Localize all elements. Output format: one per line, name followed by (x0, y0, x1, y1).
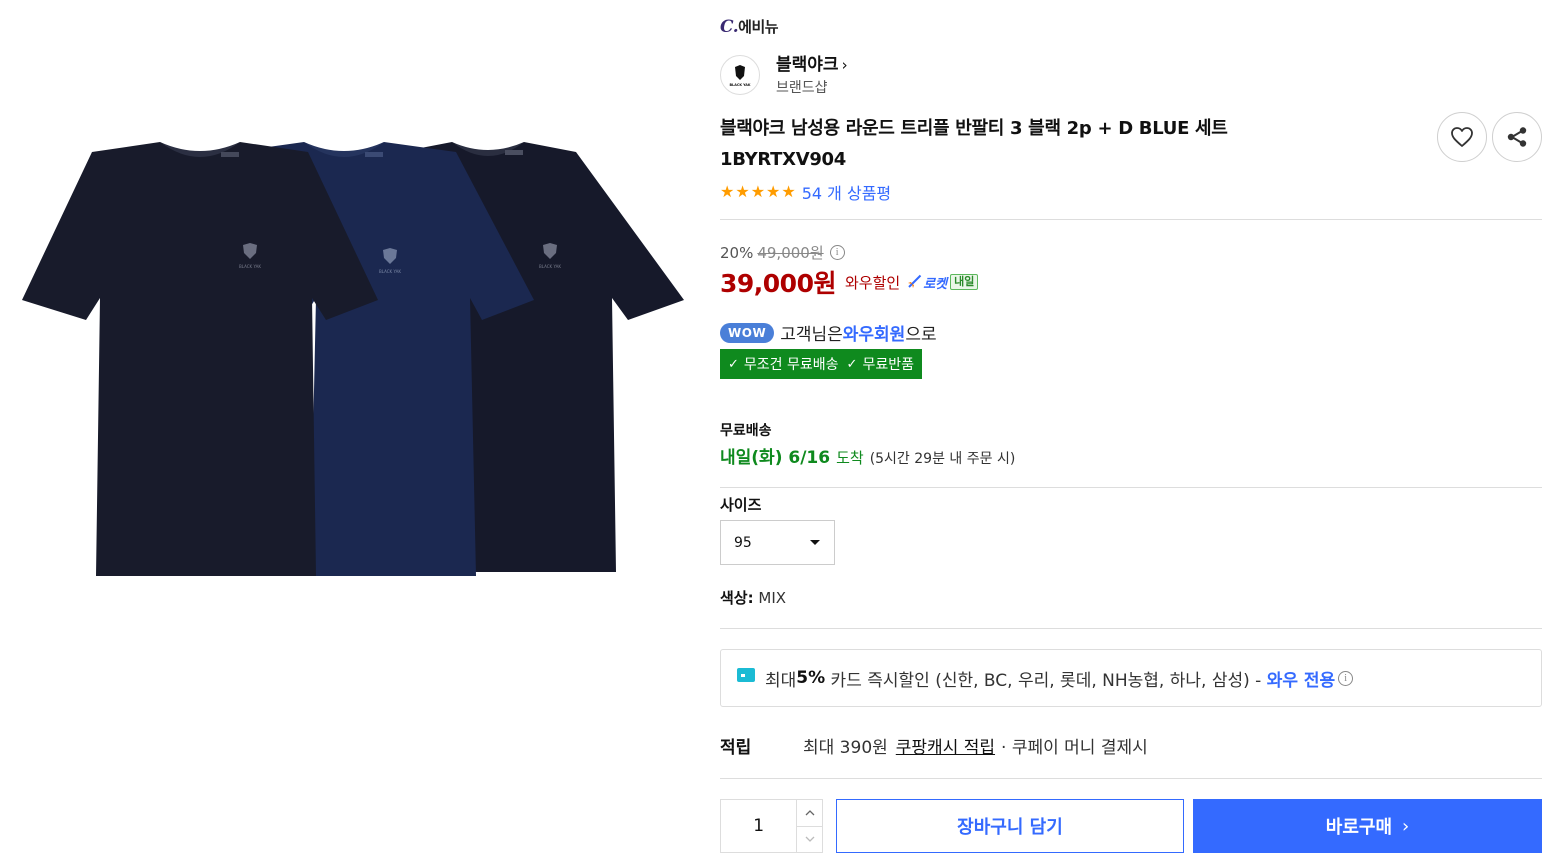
color-label: 색상: (720, 589, 754, 607)
reward-amount: 최대 390원 (803, 738, 888, 758)
price-row: 39,000원 와우할인 로켓 내일 (720, 264, 979, 300)
review-count-link[interactable]: 54 개 상품평 (802, 180, 891, 204)
card-promo-prefix: 최대 (765, 670, 797, 691)
free-shipping-return-badge: ✓ 무조건 무료배송 ✓ 무료반품 (720, 349, 922, 379)
svg-text:BLACK YAK: BLACK YAK (539, 264, 561, 269)
wow-text-after: 으로 (905, 325, 937, 345)
chevron-down-icon (810, 540, 820, 545)
product-main-image[interactable]: BLACK YAK BLACK YAK BLACK YAK (0, 0, 700, 700)
product-title-line: 블랙야크 남성용 라운드 트리플 반팔티 3 블랙 2p + D BLUE 세트 (720, 118, 1228, 139)
sub-brand-name: 에비뉴 (738, 18, 779, 36)
share-button[interactable] (1492, 112, 1542, 162)
card-promo-rate: 5% (796, 668, 826, 688)
rocket-delivery-badge: 로켓 내일 (906, 273, 979, 292)
sub-brand-prefix: C. (720, 17, 739, 37)
info-icon[interactable]: i (1338, 670, 1354, 686)
wow-discount-label: 와우할인 (844, 273, 901, 292)
star-rating: ★ ★ ★ ★ ★ (720, 183, 797, 201)
rocket-icon (908, 274, 922, 288)
discount-info: 20% 49,000원 i (720, 242, 845, 263)
brand-shop-label: 브랜드샵 (776, 79, 828, 96)
arrival-info: 내일(화) 6/16 도착 (5시간 29분 내 주문 시) (720, 443, 1015, 468)
product-title: 블랙야크 남성용 라운드 트리플 반팔티 3 블랙 2p + D BLUE 세트… (720, 113, 1360, 175)
add-to-cart-button[interactable]: 장바구니 담기 (836, 799, 1184, 853)
card-icon (737, 668, 755, 682)
color-value: MIX (758, 589, 787, 607)
sale-price: 39,000원 (720, 269, 836, 298)
info-icon[interactable]: i (829, 245, 845, 260)
arrival-suffix: 도착 (836, 449, 864, 467)
star-icon: ★ (781, 182, 796, 201)
svg-text:BLACK YAK: BLACK YAK (729, 83, 750, 87)
quantity-decrease-button[interactable] (797, 825, 822, 853)
svg-text:BLACK YAK: BLACK YAK (239, 264, 261, 269)
shipping-label: 무료배송 (720, 423, 772, 439)
quantity-input[interactable]: 1 (721, 800, 796, 852)
chevron-right-icon: › (1402, 815, 1410, 837)
wow-text-before: 고객님은 (780, 325, 843, 345)
quantity-increase-button[interactable] (797, 800, 822, 826)
chevron-right-icon: › (841, 55, 848, 74)
free-return-label: 무료반품 (862, 357, 914, 373)
brand-name: 블랙야크 (776, 54, 839, 75)
reward-note: · 쿠페이 머니 결제시 (1001, 738, 1148, 758)
wow-member-label: 와우회원 (842, 325, 906, 345)
rating-summary[interactable]: ★ ★ ★ ★ ★ 54 개 상품평 (720, 180, 891, 204)
wishlist-button[interactable] (1437, 112, 1487, 162)
star-icon: ★ (766, 182, 781, 201)
divider (720, 628, 1542, 629)
buy-now-label: 바로구매 (1325, 817, 1393, 838)
reward-label: 적립 (720, 738, 752, 758)
wow-only-label: 와우 전용 (1266, 670, 1336, 691)
buy-now-button[interactable]: 바로구매 › (1193, 799, 1542, 853)
size-label: 사이즈 (720, 496, 762, 514)
size-select[interactable]: 95 (720, 520, 835, 565)
reward-row: 적립 최대 390원 쿠팡캐시 적립 · 쿠페이 머니 결제시 (720, 733, 1148, 758)
heart-icon (1451, 127, 1473, 147)
color-option: 색상: MIX (720, 587, 786, 608)
tomorrow-badge: 내일 (950, 274, 979, 290)
original-price: 49,000원 (757, 244, 824, 262)
divider (720, 487, 1542, 488)
divider (720, 219, 1542, 220)
star-icon: ★ (750, 182, 766, 201)
size-value: 95 (734, 534, 752, 551)
discount-rate: 20% (720, 243, 754, 262)
star-icon: ★ (720, 182, 735, 201)
sub-brand-logo[interactable]: C.에비뉴 (720, 16, 779, 37)
divider (720, 778, 1542, 779)
quantity-stepper[interactable]: 1 (720, 799, 823, 853)
brand-logo: BLACK YAK (720, 55, 760, 95)
product-model-code: 1BYRTXV904 (720, 149, 847, 170)
card-discount-promo: 최대 5% 카드 즉시할인 (신한, BC, 우리, 롯데, NH농협, 하나,… (720, 649, 1542, 707)
share-icon (1507, 127, 1527, 147)
wow-member-row: WOW 고객님은 와우회원 으로 (720, 320, 937, 345)
arrival-date: 내일(화) 6/16 (720, 448, 831, 468)
chevron-up-icon (805, 809, 815, 816)
svg-text:BLACK YAK: BLACK YAK (379, 269, 401, 274)
chevron-down-icon (805, 836, 815, 843)
coupang-cash-link[interactable]: 쿠팡캐시 적립 (896, 733, 995, 758)
wow-badge: WOW (720, 322, 775, 343)
check-icon: ✓ (728, 356, 739, 372)
rocket-label: 로켓 (923, 276, 948, 292)
arrival-note: (5시간 29분 내 주문 시) (869, 451, 1016, 467)
brand-shop-link[interactable]: BLACK YAK 블랙야크 › 브랜드샵 (720, 54, 848, 96)
card-promo-text: 카드 즉시할인 (신한, BC, 우리, 롯데, NH농협, 하나, 삼성) - (825, 670, 1267, 691)
free-shipping-label: 무조건 무료배송 (743, 357, 839, 373)
star-icon: ★ (735, 182, 750, 201)
check-icon: ✓ (846, 356, 858, 372)
